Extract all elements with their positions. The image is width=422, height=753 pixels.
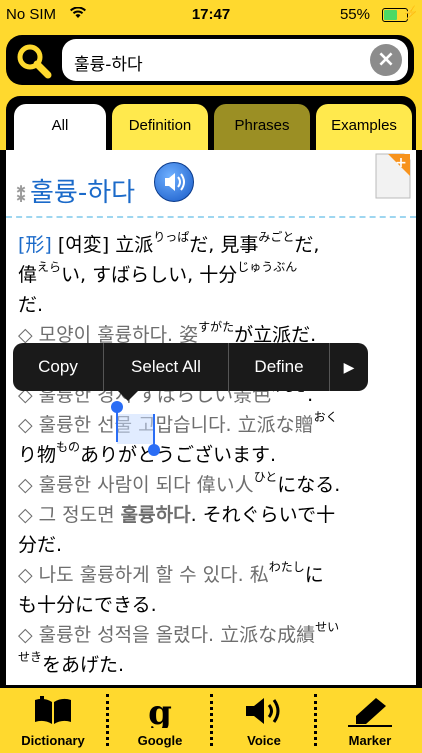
example-line: ◇ 훌륭한 사람이 되다 偉い人ひとになる. xyxy=(18,470,341,496)
selection-end-handle[interactable] xyxy=(148,444,160,456)
book-icon xyxy=(35,696,71,724)
example-line: ◇ 그 정도면 훌륭하다. それぐらいで十 xyxy=(18,504,336,526)
definition-body: [形] [여変] 立派りっぱだ, 見事みごとだ, 偉えらい, すばらしい, 十分… xyxy=(18,230,408,680)
text-selection-highlight xyxy=(117,414,155,444)
pronounce-speaker-icon[interactable] xyxy=(154,162,194,202)
search-input[interactable]: 훌륭-하다 × xyxy=(62,39,408,81)
search-icon[interactable] xyxy=(12,39,56,81)
voice-button[interactable]: Voice xyxy=(214,688,314,753)
asterisk-icon: ✱ ✱ xyxy=(16,182,27,205)
google-button[interactable]: g Google xyxy=(110,688,210,753)
definition-line: 偉えらい, すばらしい, 十分じゅうぶん xyxy=(18,260,298,286)
example-line: ◇ 나도 훌륭하게 할 수 있다. 私わたしに xyxy=(18,560,324,586)
svg-text:+: + xyxy=(395,155,407,171)
define-menu-item[interactable]: Define xyxy=(229,343,329,391)
speaker-icon xyxy=(246,698,280,724)
copy-menu-item[interactable]: Copy xyxy=(13,343,103,391)
selection-end-bar xyxy=(153,414,155,448)
menu-pointer xyxy=(118,391,138,401)
google-g-icon: g xyxy=(148,694,172,728)
definition-line: だ. xyxy=(18,294,44,316)
bottom-toolbar: Dictionary g Google Voice Marker xyxy=(0,685,422,753)
dictionary-button[interactable]: Dictionary xyxy=(0,688,106,753)
add-note-icon[interactable]: + xyxy=(374,152,412,200)
tab-bar: All Definition Phrases Examples xyxy=(0,92,422,150)
example-line: 分だ. xyxy=(18,534,63,556)
search-bar: 훌륭-하다 × xyxy=(0,30,422,92)
tab-all[interactable]: All xyxy=(14,104,106,150)
tab-examples[interactable]: Examples xyxy=(316,104,412,150)
divider xyxy=(6,216,416,218)
tab-phrases[interactable]: Phrases xyxy=(214,104,310,150)
example-line: も十分にできる. xyxy=(18,594,157,616)
selection-start-bar xyxy=(116,410,118,442)
status-bar: No SIM 17:47 55% ⚡ xyxy=(0,0,422,30)
example-line: せきをあげた. xyxy=(18,650,125,676)
svg-text:g: g xyxy=(148,694,172,728)
entry-headword: ✱ ✱ 훌륭-하다 xyxy=(16,178,136,208)
marker-button[interactable]: Marker xyxy=(318,688,422,753)
example-line: り物ものありがとうございます. xyxy=(18,440,277,466)
search-container: 훌륭-하다 × xyxy=(6,35,414,85)
entry-content: ✱ ✱ 훌륭-하다 + [形] [여変] 立派りっぱだ, 見事みごとだ, 偉えらい,… xyxy=(6,150,416,685)
charging-bolt-icon: ⚡ xyxy=(402,5,419,20)
battery-percent: 55% xyxy=(339,6,370,23)
example-line: ◇ 훌륭한 선물 고맙습니다. 立派な贈おく xyxy=(18,410,338,436)
example-line: ◇ 훌륭한 성적을 올렸다. 立派な成績せい xyxy=(18,620,340,646)
marker-icon xyxy=(348,698,392,727)
definition-line: [形] [여変] 立派りっぱだ, 見事みごとだ, xyxy=(18,230,320,256)
tab-definition[interactable]: Definition xyxy=(112,104,208,150)
search-query-text: 훌륭-하다 xyxy=(74,55,143,75)
edit-context-menu: Copy Select All Define ▶ xyxy=(13,343,368,391)
clear-search-icon[interactable]: × xyxy=(370,44,402,76)
menu-next-arrow-icon[interactable]: ▶ xyxy=(330,343,368,391)
select-all-menu-item[interactable]: Select All xyxy=(104,343,228,391)
